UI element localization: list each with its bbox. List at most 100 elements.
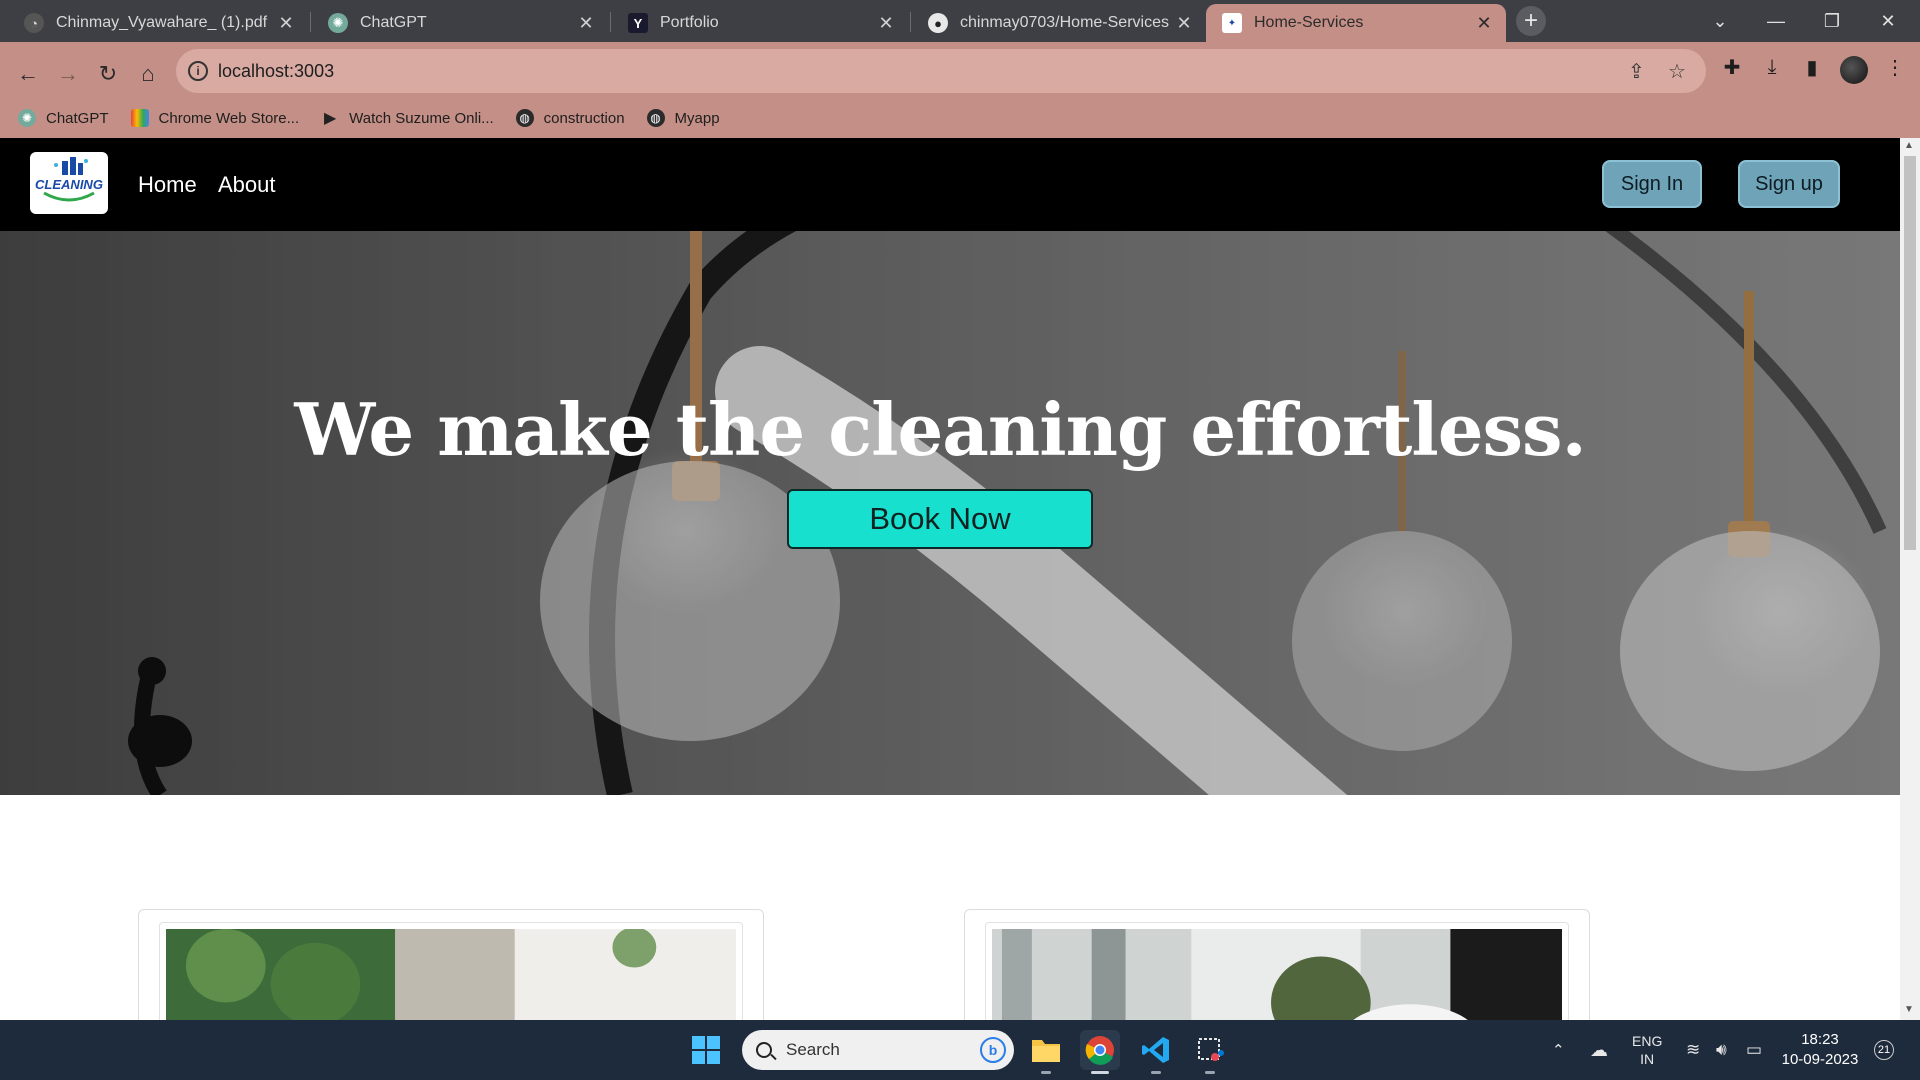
scroll-down-icon[interactable]: ▼ [1904, 1004, 1914, 1015]
tab-title: chinmay0703/Home-Services [960, 14, 1169, 31]
bookmark-star-icon[interactable]: ☆ [1668, 59, 1686, 84]
bookmark-label: Myapp [674, 109, 720, 127]
address-bar[interactable]: i localhost:3003 ⇪ ☆ [176, 49, 1706, 93]
forward-icon[interactable]: → [50, 56, 86, 92]
tab-title: Portfolio [660, 14, 719, 31]
home-icon[interactable]: ⌂ [130, 56, 166, 92]
nav-about-link[interactable]: About [218, 172, 276, 198]
taskbar-search-placeholder: Search [786, 1040, 840, 1059]
site-icon: ✦ [1222, 13, 1242, 33]
page-scrollbar[interactable]: ▲ ▼ [1900, 138, 1920, 1020]
service-card[interactable] [138, 909, 764, 1020]
service-card[interactable] [964, 909, 1590, 1020]
notification-badge[interactable]: 21 [1874, 1040, 1894, 1060]
close-icon[interactable]: ✕ [876, 13, 896, 34]
bookmark-label: ChatGPT [46, 109, 109, 127]
language-code: ENG [1632, 1033, 1663, 1049]
clock-date: 10-09-2023 [1781, 1051, 1859, 1068]
language-region: IN [1640, 1051, 1655, 1067]
bookmark-chatgpt[interactable]: ✺ ChatGPT [18, 109, 109, 127]
language-indicator[interactable]: ENG IN [1632, 1020, 1662, 1080]
bookmark-myapp[interactable]: ◍ Myapp [646, 109, 720, 127]
bookmark-construction[interactable]: ◍ construction [515, 109, 625, 127]
close-icon[interactable]: ✕ [1474, 13, 1494, 34]
chatgpt-icon: ✺ [328, 13, 348, 33]
site-navbar: CLEANING Home About Sign In Sign up [0, 138, 1900, 231]
scrollbar-thumb[interactable] [1904, 156, 1916, 550]
tab-title: ChatGPT [360, 14, 427, 31]
snipping-tool-icon[interactable] [1190, 1030, 1230, 1074]
service-card-image [166, 927, 736, 1020]
tab-separator [310, 12, 311, 32]
tab-github[interactable]: ● chinmay0703/Home-Services ✕ [912, 4, 1206, 42]
tab-separator [910, 12, 911, 32]
tab-title: Home-Services [1254, 14, 1364, 31]
tab-home-services[interactable]: ✦ Home-Services ✕ [1206, 4, 1506, 42]
share-icon[interactable]: ⇪ [1628, 59, 1645, 84]
taskbar-search[interactable]: Search b [742, 1030, 1014, 1070]
close-icon[interactable]: ✕ [276, 13, 296, 34]
minimize-button[interactable]: — [1748, 0, 1804, 42]
vscode-icon[interactable] [1136, 1030, 1176, 1074]
service-card-image-frame [985, 922, 1569, 1020]
browser-toolbar: ← → ↻ ⌂ i localhost:3003 ⇪ ☆ ✚ ⤓ ▮ ⋮ ✺ C… [0, 42, 1920, 138]
close-window-button[interactable]: ✕ [1860, 0, 1916, 42]
search-icon [756, 1042, 772, 1058]
service-card-image-frame [159, 922, 743, 1020]
chatgpt-icon: ✺ [18, 109, 36, 127]
download-icon[interactable]: ⤓ [1757, 52, 1787, 82]
globe-icon: ◍ [515, 109, 534, 127]
menu-icon[interactable]: ⋮ [1880, 52, 1910, 82]
extensions-icon[interactable]: ✚ [1717, 52, 1747, 82]
bing-icon[interactable]: b [980, 1037, 1006, 1063]
url-text[interactable]: localhost:3003 [218, 61, 334, 82]
site-logo[interactable]: CLEANING [30, 152, 108, 214]
github-icon: ● [928, 13, 948, 33]
globe-icon: ◍ [646, 109, 665, 127]
tab-title: Chinmay_Vyawahare_ (1).pdf [56, 14, 268, 31]
show-hidden-icons[interactable]: ⌃ [1552, 1020, 1565, 1080]
file-explorer-icon[interactable] [1026, 1030, 1066, 1074]
bookmark-suzume[interactable]: ▶ Watch Suzume Onli... [321, 109, 494, 128]
hero-section: We make the cleaning effortless. Book No… [0, 231, 1900, 795]
y-icon: Y [628, 13, 648, 33]
bookmark-webstore[interactable]: Chrome Web Store... [130, 109, 299, 127]
wifi-icon[interactable]: ≋ [1686, 1020, 1700, 1080]
restore-button[interactable]: ❐ [1804, 0, 1860, 42]
tab-portfolio[interactable]: Y Portfolio ✕ [612, 4, 908, 42]
close-icon[interactable]: ✕ [576, 13, 596, 34]
reload-icon[interactable]: ↻ [90, 56, 126, 92]
sign-up-button[interactable]: Sign up [1738, 160, 1840, 208]
battery-icon[interactable]: ▭ [1746, 1020, 1762, 1080]
pdf-icon: ◔ [24, 13, 44, 33]
site-info-icon[interactable]: i [188, 61, 208, 81]
scroll-up-icon[interactable]: ▲ [1904, 140, 1914, 151]
chrome-icon[interactable] [1080, 1030, 1120, 1074]
cleaning-logo-icon: CLEANING [35, 157, 103, 202]
clock-time: 18:23 [1801, 1031, 1839, 1048]
tab-pdf[interactable]: ◔ Chinmay_Vyawahare_ (1).pdf ✕ [8, 4, 308, 42]
volume-icon[interactable]: 🔊︎ [1716, 1020, 1727, 1080]
close-icon[interactable]: ✕ [1174, 13, 1194, 34]
tab-strip: ◔ Chinmay_Vyawahare_ (1).pdf ✕ ✺ ChatGPT… [0, 0, 1920, 42]
side-panel-icon[interactable]: ▮ [1797, 52, 1827, 82]
nav-home-link[interactable]: Home [138, 172, 197, 198]
logo-text: CLEANING [35, 177, 103, 192]
windows-taskbar: Search b ⌃ ☁ ENG IN ≋ 🔊︎ ▭ 18:23 10-09-2… [0, 1020, 1920, 1080]
onedrive-icon[interactable]: ☁ [1590, 1020, 1608, 1080]
bookmark-label: Watch Suzume Onli... [349, 109, 494, 127]
tab-search-icon[interactable]: ⌄ [1692, 0, 1748, 42]
webstore-icon [130, 109, 149, 127]
service-card-image [992, 929, 1562, 1020]
new-tab-button[interactable]: + [1516, 6, 1546, 36]
system-clock[interactable]: 18:23 10-09-2023 [1770, 1030, 1870, 1070]
book-now-button[interactable]: Book Now [787, 489, 1093, 549]
back-icon[interactable]: ← [10, 56, 46, 92]
windows-start-icon[interactable] [692, 1036, 720, 1064]
bookmarks-bar: ✺ ChatGPT Chrome Web Store... ▶ Watch Su… [0, 98, 1920, 138]
tab-chatgpt[interactable]: ✺ ChatGPT ✕ [312, 4, 608, 42]
profile-avatar[interactable] [1840, 56, 1868, 84]
sign-in-button[interactable]: Sign In [1602, 160, 1702, 208]
bookmark-label: construction [543, 109, 625, 127]
page-viewport[interactable]: CLEANING Home About Sign In Sign up We m… [0, 138, 1900, 1020]
